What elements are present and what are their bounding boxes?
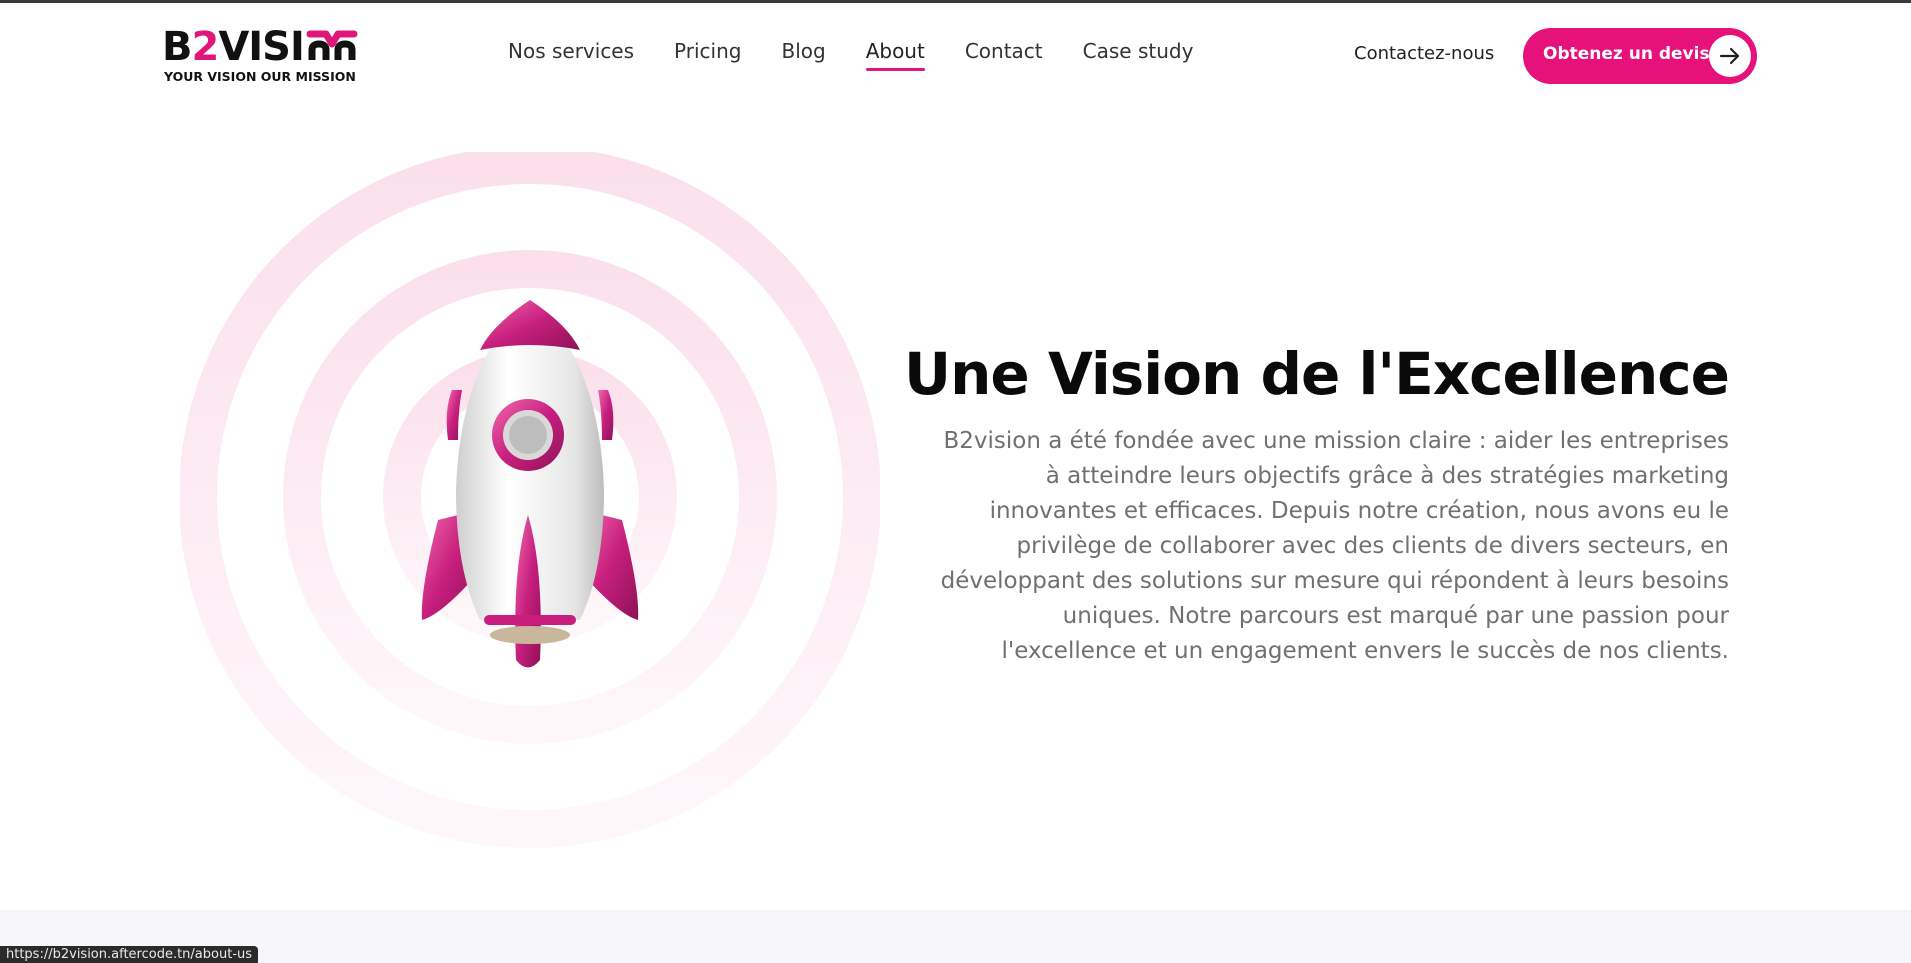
nav-item-about[interactable]: About [865, 39, 925, 71]
main-nav: Nos services Pricing Blog About Contact … [508, 39, 1193, 71]
browser-status-url: https://b2vision.aftercode.tn/about-us [0, 946, 259, 963]
nav-item-pricing[interactable]: Pricing [674, 39, 741, 71]
logo-wordmark: B2VISI [162, 23, 358, 71]
nav-item-case-study[interactable]: Case study [1083, 39, 1194, 71]
logo-tagline: YOUR VISION OUR MISSION [164, 69, 356, 84]
nav-item-blog[interactable]: Blog [781, 39, 825, 71]
hero-title: Une Vision de l'Excellence [904, 340, 1730, 408]
site-header: B2VISI YOUR VISION OUR MISSION Nos servi… [0, 3, 1911, 103]
get-quote-label: Obtenez un devis [1543, 44, 1710, 64]
next-section-band [0, 910, 1911, 963]
get-quote-button[interactable]: Obtenez un devis [1523, 28, 1757, 84]
nav-item-nos-services[interactable]: Nos services [508, 39, 634, 71]
logo-infinity-mark [306, 30, 358, 60]
arrow-right-icon [1709, 35, 1751, 77]
nav-item-contact[interactable]: Contact [965, 39, 1043, 71]
contact-link[interactable]: Contactez-nous [1354, 43, 1494, 64]
hero-description: B2vision a été fondée avec une mission c… [940, 428, 1729, 664]
rocket-illustration [421, 300, 639, 668]
logo[interactable]: B2VISI YOUR VISION OUR MISSION [162, 23, 362, 85]
